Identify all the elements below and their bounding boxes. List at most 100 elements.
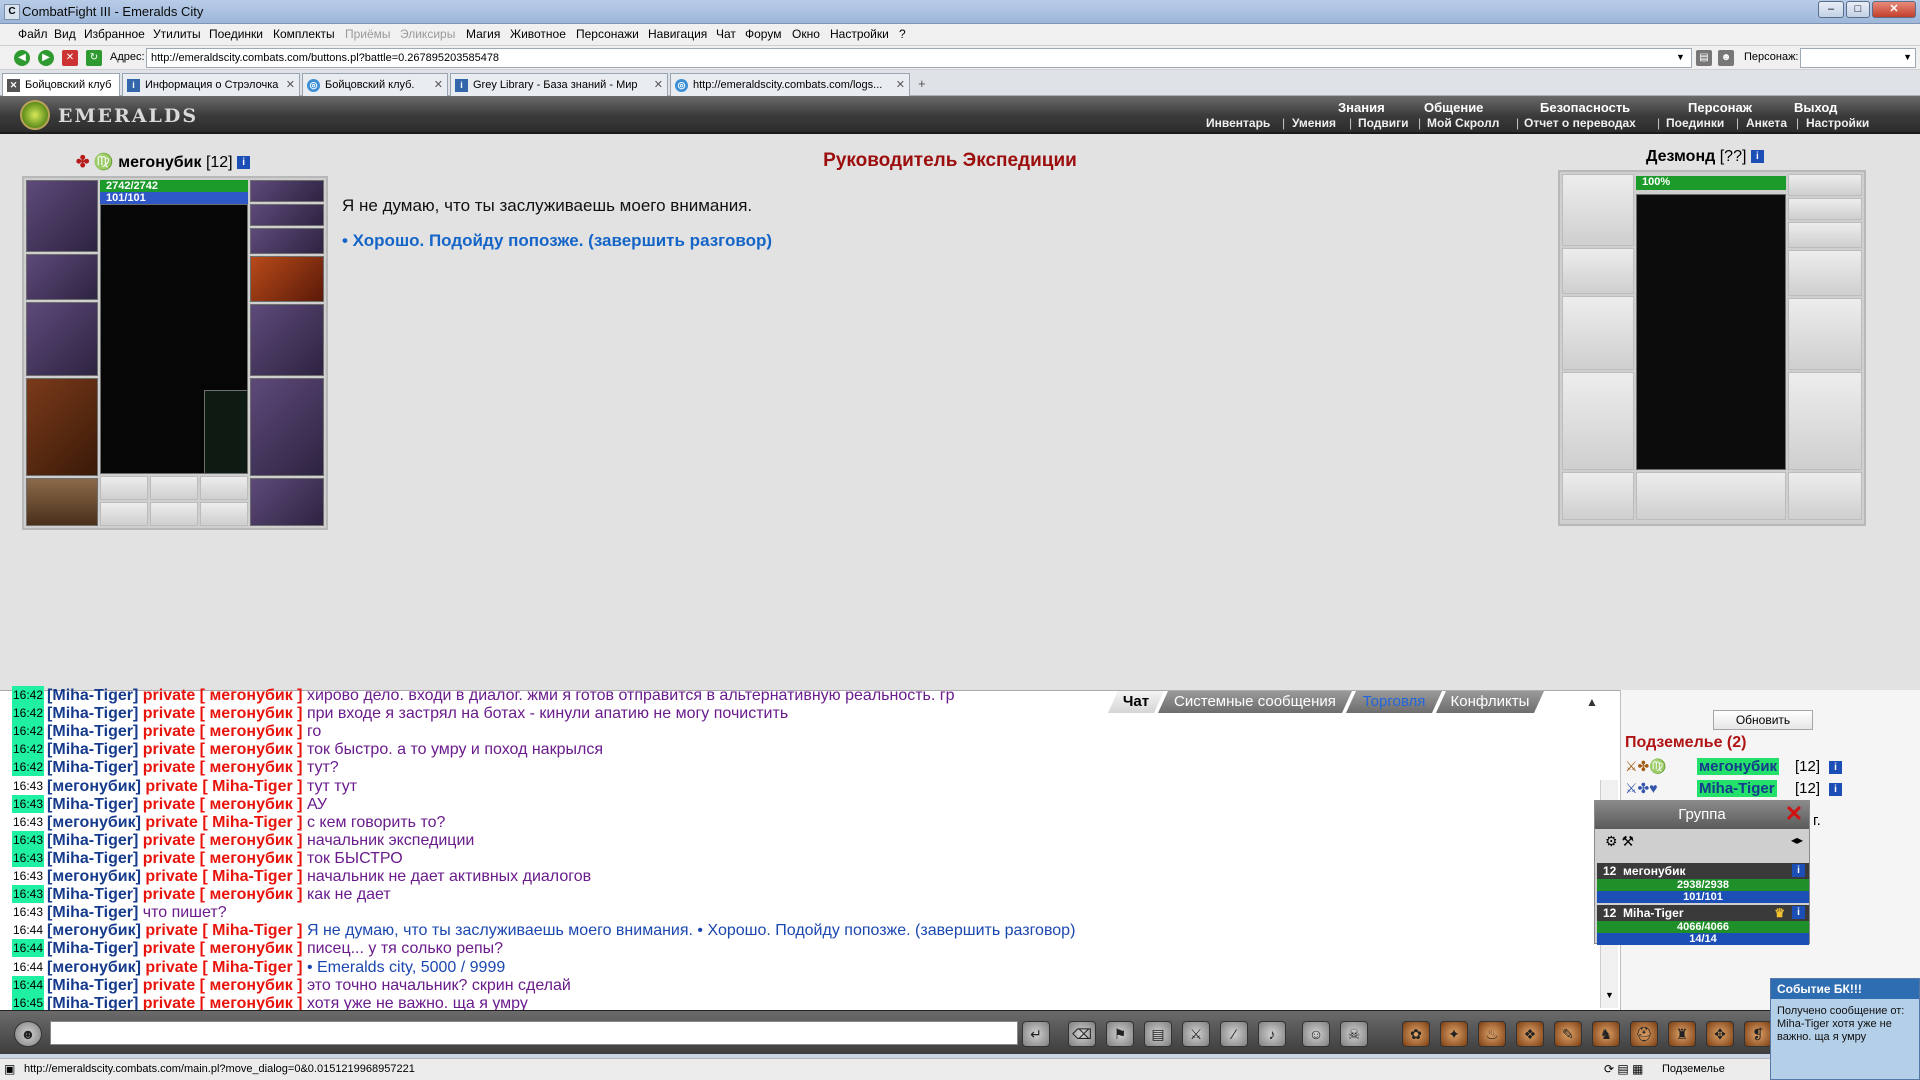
castle-icon[interactable]: ♜ [1668, 1021, 1696, 1047]
private-tag[interactable]: private [ Miha-Tiger ] [145, 922, 302, 939]
maximize-button[interactable]: □ [1846, 1, 1870, 18]
tab-fight-club[interactable]: ✕ Бойцовский клуб [2, 73, 120, 97]
private-tag[interactable]: private [ Miha-Tiger ] [145, 959, 302, 976]
recipient-name[interactable]: мегонубик [209, 759, 292, 776]
private-tag[interactable]: private [ Miha-Tiger ] [145, 778, 302, 795]
recipient-name[interactable]: мегонубик [209, 886, 292, 903]
sender-name[interactable]: Miha-Tiger [52, 850, 133, 867]
scroll-slot[interactable] [150, 502, 198, 526]
nav-my-scroll[interactable]: Мой Скролл [1427, 116, 1499, 130]
armor-slot[interactable] [26, 378, 98, 476]
recipient-name[interactable]: мегонубик [209, 977, 292, 994]
earrings-slot[interactable] [250, 180, 324, 202]
nav-inventory[interactable]: Инвентарь [1206, 116, 1270, 130]
page-icon[interactable]: ▤ [1696, 50, 1712, 66]
recipient-name[interactable]: мегонубик [209, 832, 292, 849]
chest-icon[interactable]: ❖ [1516, 1021, 1544, 1047]
smiley-icon[interactable]: ☺ [1302, 1021, 1330, 1047]
owl-pet-icon[interactable] [204, 390, 248, 474]
menu-help[interactable]: ? [899, 27, 906, 41]
clear-icon[interactable]: ⌫ [1068, 1021, 1096, 1047]
sound-icon[interactable]: ♪ [1258, 1021, 1286, 1047]
message-sender[interactable]: [Miha-Tiger] [47, 796, 138, 813]
menu-utilities[interactable]: Утилиты [153, 27, 201, 41]
scroll-icon[interactable]: ✎ [1554, 1021, 1582, 1047]
private-tag[interactable]: private [ Miha-Tiger ] [145, 814, 302, 831]
leggings-slot[interactable] [250, 378, 324, 476]
dialog-answer-link[interactable]: • Хорошо. Подойду попозже. (завершить ра… [342, 231, 772, 251]
recipient-name[interactable]: мегонубик [209, 741, 292, 758]
helmet-slot[interactable] [26, 180, 98, 252]
sender-name[interactable]: мегонубик [52, 778, 135, 795]
tab-info[interactable]: i Информация о Стрэлочка ✕ [122, 73, 300, 96]
message-sender[interactable]: [Miha-Tiger] [47, 904, 138, 921]
chat-input[interactable] [50, 1021, 1018, 1045]
stop-icon[interactable]: ✕ [62, 50, 78, 66]
refresh-online-button[interactable]: Обновить [1713, 710, 1813, 730]
close-icon[interactable]: ✕ [1783, 803, 1805, 825]
nav-character[interactable]: Персонаж [1688, 100, 1752, 115]
private-tag[interactable]: private [ мегонубик ] [143, 705, 303, 722]
online-user-info-icon[interactable]: i [1829, 783, 1842, 796]
nav-skills[interactable]: Умения [1292, 116, 1336, 130]
tab-fight-club-2[interactable]: ◎ Бойцовский клуб. ✕ [302, 73, 448, 96]
chat-tabs-collapse-icon[interactable]: ▲ [1586, 695, 1598, 709]
menu-sets[interactable]: Комплекты [273, 27, 335, 41]
tab-logs[interactable]: ◎ http://emeraldscity.combats.com/logs..… [670, 73, 910, 96]
nav-social[interactable]: Общение [1424, 100, 1483, 115]
chat-tab-chat[interactable]: Чат [1108, 691, 1164, 713]
sender-name[interactable]: Miha-Tiger [52, 705, 133, 722]
menu-characters[interactable]: Персонажи [576, 27, 639, 41]
ring-slot[interactable] [200, 476, 248, 500]
private-tag[interactable]: private [ мегонубик ] [143, 741, 303, 758]
message-sender[interactable]: [Miha-Tiger] [47, 723, 138, 740]
message-sender[interactable]: [Miha-Tiger] [47, 759, 138, 776]
forward-icon[interactable]: ▶ [38, 50, 54, 66]
recipient-name[interactable]: мегонубик [209, 796, 292, 813]
private-tag[interactable]: private [ мегонубик ] [143, 832, 303, 849]
recipient-name[interactable]: Miha-Tiger [212, 959, 293, 976]
new-tab-icon[interactable]: + [918, 76, 926, 91]
tab-close-icon[interactable]: ✕ [286, 78, 295, 91]
message-sender[interactable]: [мегонубик] [47, 959, 141, 976]
nav-settings[interactable]: Настройки [1806, 116, 1869, 130]
group-resize-icon[interactable]: ◂▸ [1791, 833, 1803, 847]
back-icon[interactable]: ◀ [14, 50, 30, 66]
group-member-info-icon[interactable]: i [1792, 906, 1805, 919]
nav-knowledge[interactable]: Знания [1338, 100, 1385, 115]
bag-icon[interactable]: ✿ [1402, 1021, 1430, 1047]
npc-info-icon[interactable]: i [1750, 150, 1764, 164]
recipient-name[interactable]: мегонубик [209, 723, 292, 740]
nav-exit[interactable]: Выход [1794, 100, 1837, 115]
message-sender[interactable]: [Miha-Tiger] [47, 705, 138, 722]
ring-slot[interactable] [150, 476, 198, 500]
message-sender[interactable]: [Miha-Tiger] [47, 741, 138, 758]
nav-transfer-report[interactable]: Отчет о переводах [1524, 116, 1636, 130]
belt-slot[interactable] [26, 478, 98, 526]
online-user-info-icon[interactable]: i [1829, 761, 1842, 774]
menu-pet[interactable]: Животное [510, 27, 566, 41]
menu-magic[interactable]: Магия [466, 27, 500, 41]
sender-name[interactable]: мегонубик [52, 868, 135, 885]
menu-fights[interactable]: Поединки [209, 27, 263, 41]
sender-name[interactable]: Miha-Tiger [52, 759, 133, 776]
nav-security[interactable]: Безопасность [1540, 100, 1630, 115]
sender-name[interactable]: Miha-Tiger [52, 904, 133, 921]
message-sender[interactable]: [мегонубик] [47, 922, 141, 939]
nav-profile[interactable]: Анкета [1746, 116, 1787, 130]
message-sender[interactable]: [Miha-Tiger] [47, 940, 138, 957]
recipient-name[interactable]: мегонубик [209, 687, 292, 704]
recipient-name[interactable]: Miha-Tiger [212, 814, 293, 831]
chat-mode-icon[interactable]: ☻ [14, 1021, 42, 1047]
private-tag[interactable]: private [ мегонубик ] [143, 687, 303, 704]
book-icon[interactable]: ❡ [1744, 1021, 1772, 1047]
private-tag[interactable]: private [ мегонубик ] [143, 723, 303, 740]
sender-name[interactable]: мегонубик [52, 814, 135, 831]
event-notification[interactable]: Событие БК!!! Получено сообщение от: Mih… [1770, 978, 1920, 1080]
private-tag[interactable]: private [ Miha-Tiger ] [145, 868, 302, 885]
message-sender[interactable]: [Miha-Tiger] [47, 850, 138, 867]
nav-fights[interactable]: Поединки [1666, 116, 1724, 130]
tab-close-icon[interactable]: ✕ [434, 78, 443, 91]
recipient-name[interactable]: мегонубик [209, 705, 292, 722]
amulet-slot[interactable] [250, 204, 324, 226]
